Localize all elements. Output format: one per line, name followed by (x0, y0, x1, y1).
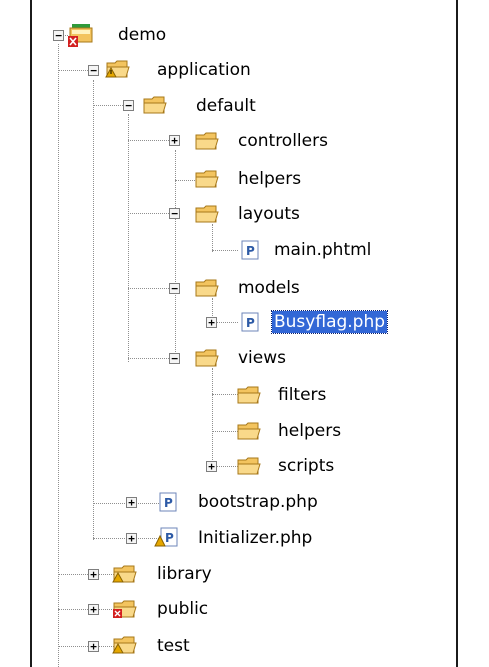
tree-item-public[interactable]: public (155, 598, 210, 620)
tree-guide (93, 80, 94, 540)
project-icon (68, 24, 93, 47)
expand-toggle-controllers[interactable]: + (169, 135, 180, 146)
source-folder-icon (105, 60, 130, 78)
folder-icon (195, 132, 219, 150)
tree-item-views[interactable]: views (236, 347, 288, 369)
expand-toggle-scripts[interactable]: + (206, 461, 217, 472)
folder-icon (237, 386, 261, 404)
tree-guide (212, 224, 213, 252)
folder-icon (195, 279, 219, 297)
svg-text:P: P (246, 244, 255, 258)
tree-guide (128, 114, 129, 362)
folder-icon (195, 170, 219, 188)
folder-icon (237, 422, 261, 440)
collapse-toggle-demo[interactable]: − (53, 30, 64, 41)
tree-guide (212, 368, 213, 466)
folder-icon (195, 205, 219, 223)
tree-item-filters[interactable]: filters (276, 384, 328, 406)
collapse-toggle-models[interactable]: − (169, 283, 180, 294)
tree-item-scripts[interactable]: scripts (276, 455, 336, 477)
folder-icon (237, 457, 261, 475)
collapse-toggle-layouts[interactable]: − (169, 208, 180, 219)
expand-toggle-library[interactable]: + (88, 569, 99, 580)
expand-toggle-public[interactable]: + (88, 604, 99, 615)
tree-item-main-phtml[interactable]: main.phtml (272, 239, 373, 261)
tree-right-border (456, 0, 458, 667)
tree-item-bootstrap-php[interactable]: bootstrap.php (196, 491, 320, 513)
svg-text:P: P (164, 496, 173, 510)
collapse-toggle-views[interactable]: − (169, 353, 180, 364)
tree-item-application[interactable]: application (155, 59, 253, 81)
tree-item-test[interactable]: test (155, 635, 192, 657)
tree-item-controllers[interactable]: controllers (236, 130, 330, 152)
project-explorer-tree: − demo − application − default + control… (0, 0, 489, 667)
expand-toggle-bootstrap[interactable]: + (126, 497, 137, 508)
php-file-warning-icon: P (154, 527, 178, 547)
collapse-toggle-default[interactable]: − (123, 100, 134, 111)
tree-left-border (30, 0, 32, 667)
tree-guide (175, 150, 176, 362)
tree-item-busyflag-php[interactable]: Busyflag.php (270, 310, 389, 334)
tree-item-library[interactable]: library (155, 563, 214, 585)
tree-item-layouts[interactable]: layouts (236, 203, 302, 225)
tree-item-models[interactable]: models (236, 277, 302, 299)
svg-text:P: P (165, 531, 174, 545)
php-file-icon: P (241, 312, 259, 332)
tree-item-initializer-php[interactable]: Initializer.php (196, 527, 314, 549)
source-folder-icon (112, 636, 137, 654)
folder-icon (143, 96, 167, 114)
folder-error-icon (113, 600, 137, 618)
tree-item-views-helpers[interactable]: helpers (276, 420, 343, 442)
expand-toggle-test[interactable]: + (88, 641, 99, 652)
tree-item-demo[interactable]: demo (116, 24, 168, 46)
tree-item-default[interactable]: default (194, 95, 258, 117)
expand-toggle-initializer[interactable]: + (126, 533, 137, 544)
collapse-toggle-application[interactable]: − (88, 65, 99, 76)
svg-text:P: P (246, 316, 255, 330)
tree-item-helpers[interactable]: helpers (236, 168, 303, 190)
php-file-icon: P (241, 240, 259, 260)
php-file-icon: P (159, 492, 177, 512)
source-folder-icon (112, 565, 137, 583)
folder-icon (195, 349, 219, 367)
expand-toggle-busyflag[interactable]: + (206, 317, 217, 328)
